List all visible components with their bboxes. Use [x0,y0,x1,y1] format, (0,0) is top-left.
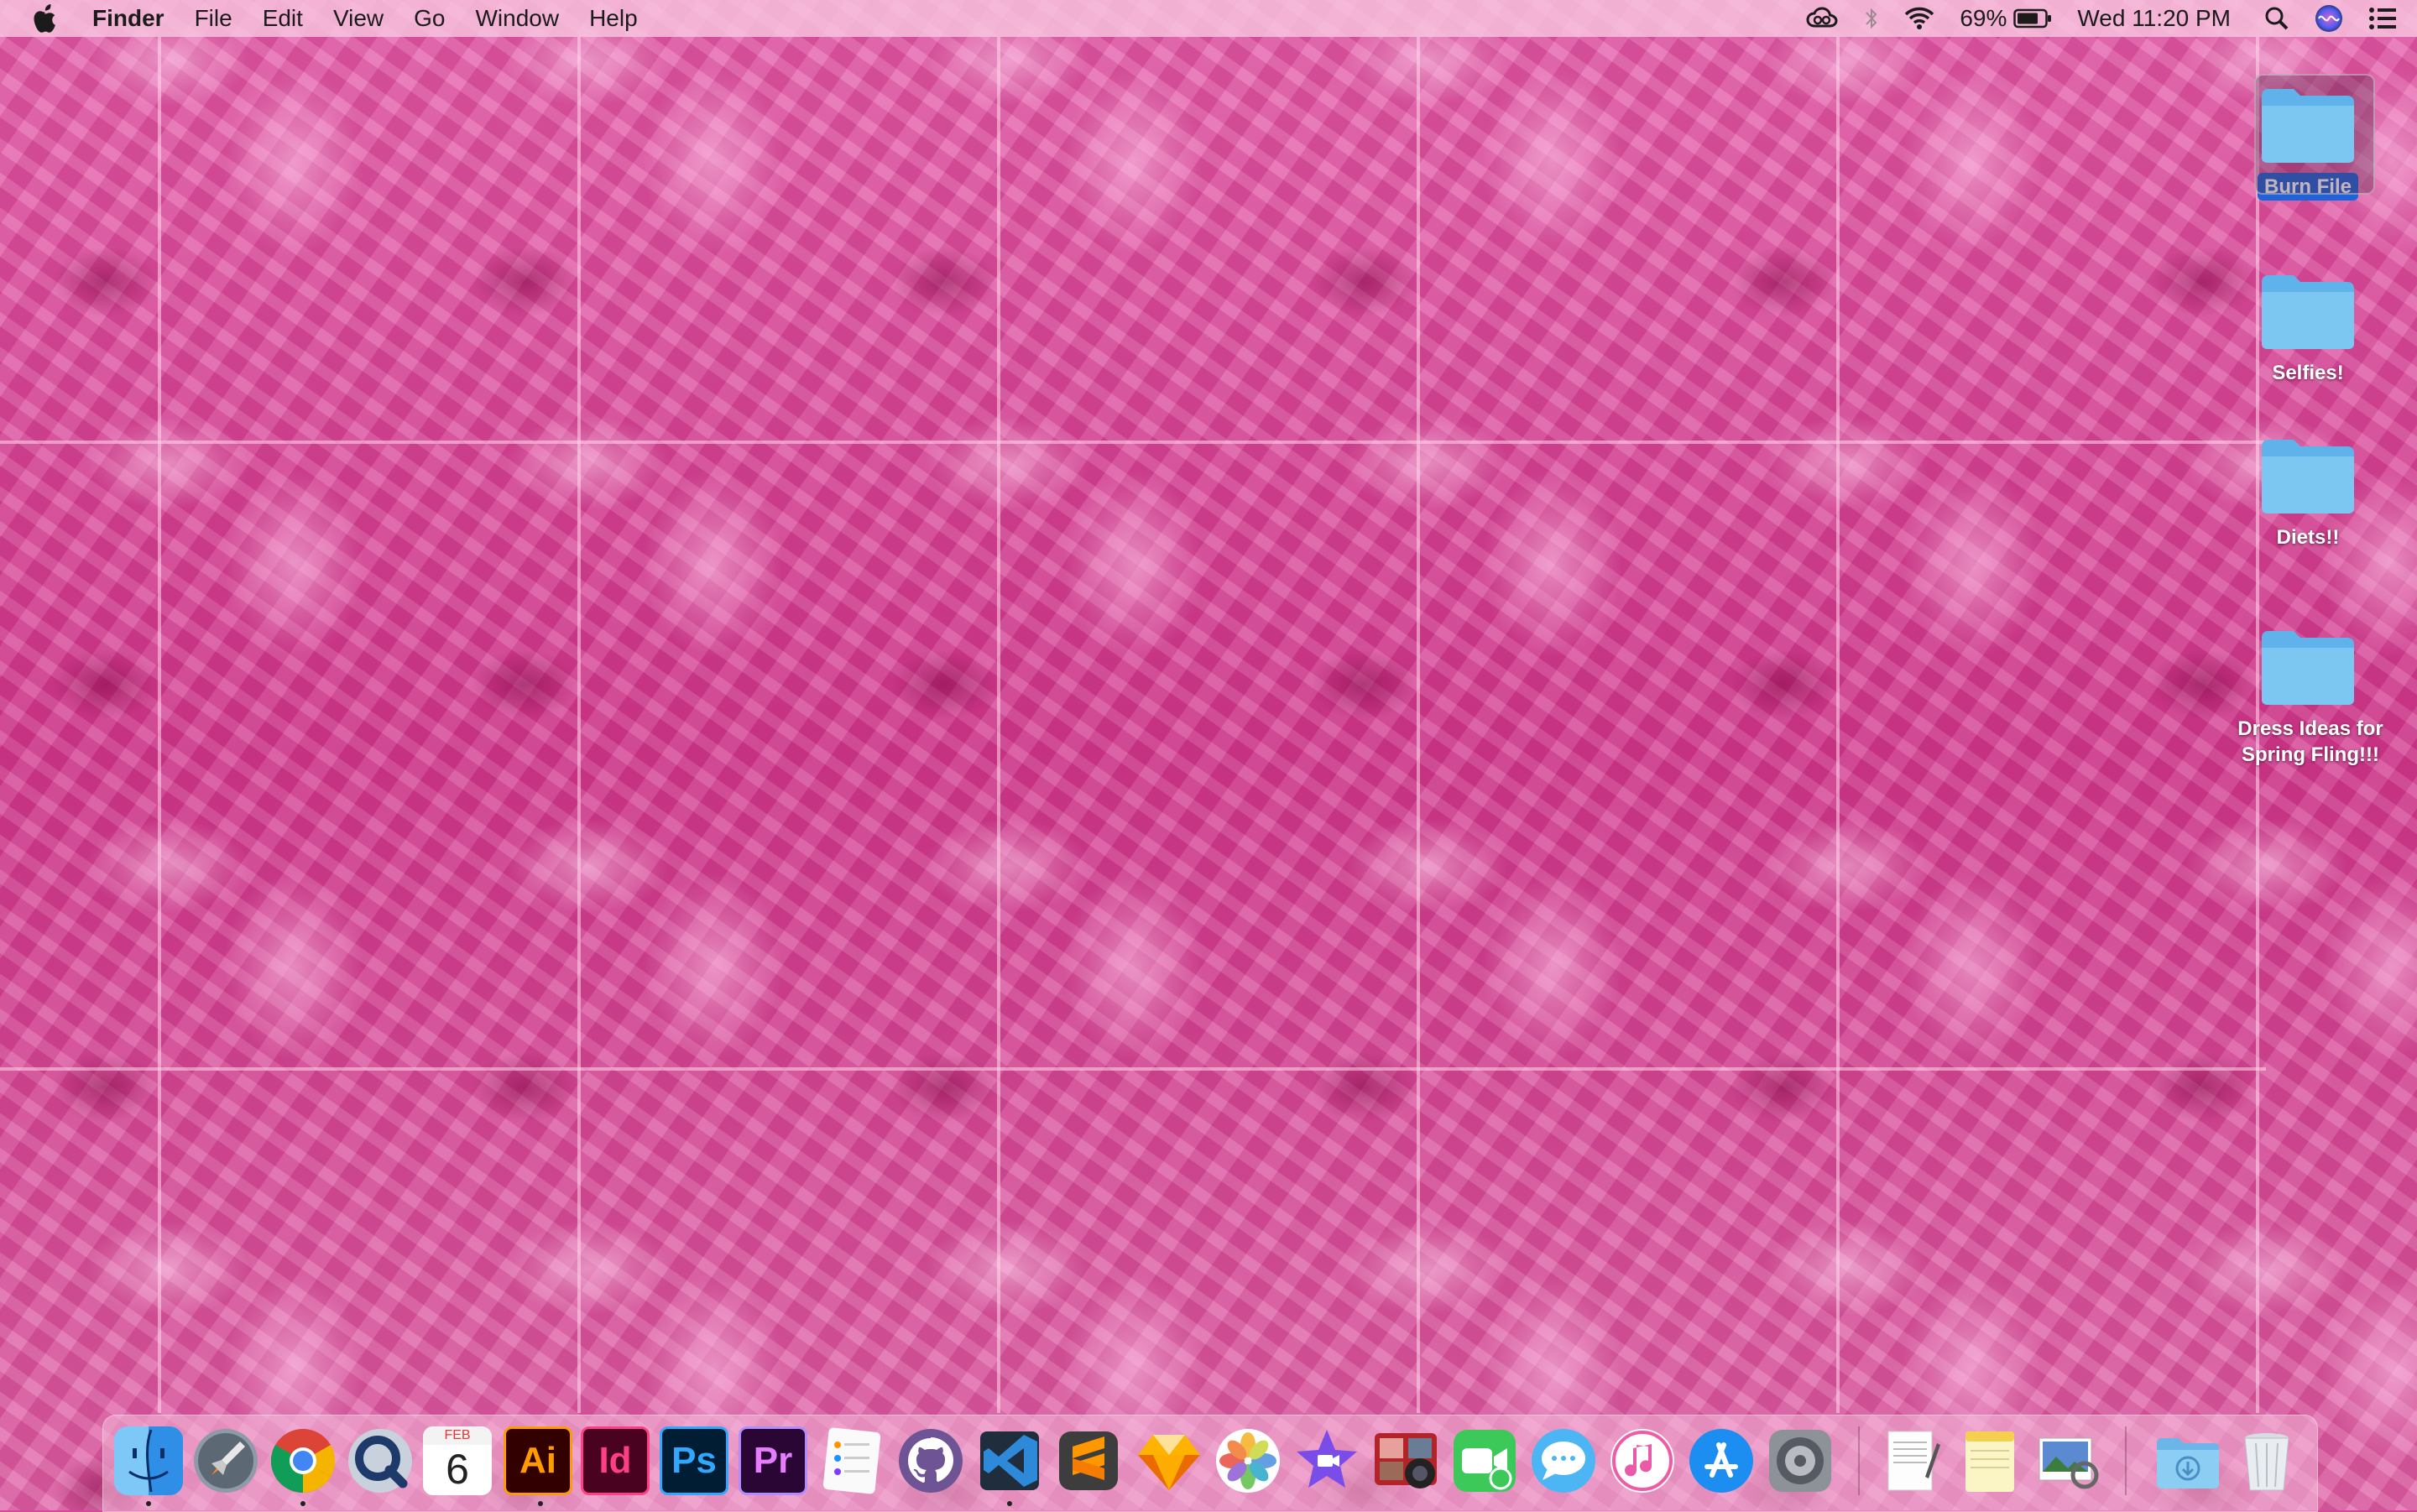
battery-icon[interactable] [2013,8,2052,29]
notes-icon[interactable] [1955,1426,2024,1495]
wallpaper-seam [577,37,581,1413]
downloads-folder-icon[interactable] [2153,1426,2222,1495]
folder-icon [2257,623,2359,710]
desktop-folder-burn-file[interactable]: Burn File [2224,74,2392,201]
calendar-month: FEB [423,1426,492,1445]
desktop-wallpaper [0,0,2417,1510]
wallpaper-seam [158,37,161,1413]
menu-help[interactable]: Help [589,5,638,32]
facetime-icon[interactable] [1450,1426,1519,1495]
finder-icon[interactable] [114,1426,183,1495]
wallpaper-seam [0,1067,2266,1071]
quicktime-icon[interactable] [346,1426,415,1495]
calendar-day: 6 [446,1446,469,1493]
wallpaper-seam [1417,37,1420,1413]
status-area: 69% Wed 11:20 PM [1805,0,2417,37]
reminders-icon[interactable] [817,1426,886,1495]
menu-go[interactable]: Go [414,5,445,32]
system-preferences-icon[interactable] [1766,1426,1835,1495]
running-indicator [1007,1501,1012,1506]
running-indicator [538,1501,543,1506]
indesign-label: Id [598,1440,632,1481]
illustrator-icon[interactable]: Ai [504,1426,572,1495]
desktop-folder-dress-ideas[interactable]: Dress Ideas for Spring Fling!!! [2224,623,2392,769]
apple-menu-icon[interactable] [32,0,65,37]
premiere-icon[interactable]: Pr [739,1426,807,1495]
menu-view[interactable]: View [333,5,384,32]
menu-bar: Finder File Edit View Go Window Help 69%… [0,0,2417,37]
photos-icon[interactable] [1214,1426,1282,1495]
photoshop-icon[interactable]: Ps [660,1426,728,1495]
imovie-icon[interactable] [1292,1426,1361,1495]
spotlight-search-icon[interactable] [2264,6,2289,31]
menu-file[interactable]: File [195,5,232,32]
folder-icon [2257,431,2359,519]
desktop-icon-label: Dress Ideas for Spring Fling!!! [2237,717,2383,766]
siri-icon[interactable] [2315,4,2343,33]
bluetooth-icon[interactable] [1864,6,1879,31]
dock-divider [1858,1426,1860,1495]
menubar-clock[interactable]: Wed 11:20 PM [2077,5,2231,32]
battery-percent[interactable]: 69% [1960,5,2007,32]
desktop-folder-selfies[interactable]: Selfies! [2224,267,2392,387]
folder-icon [2257,267,2359,354]
menu-finder[interactable]: Finder [92,5,164,32]
desktop-icon-label: Diets!! [2276,526,2340,549]
folder-icon [2257,81,2359,168]
illustrator-label: Ai [519,1440,556,1481]
desktop-icon-label: Selfies! [2272,362,2344,384]
photo-booth-icon[interactable] [1371,1426,1440,1495]
indesign-icon[interactable]: Id [581,1426,650,1495]
trash-icon[interactable] [2232,1426,2301,1495]
dock-divider [2125,1426,2127,1495]
menu-edit[interactable]: Edit [263,5,303,32]
running-indicator [146,1501,151,1506]
running-indicator [300,1501,305,1506]
creative-cloud-icon[interactable] [1805,6,1839,31]
notification-center-icon[interactable] [2368,7,2397,30]
sublime-text-icon[interactable] [1054,1426,1123,1495]
preview-icon[interactable] [2034,1426,2103,1495]
calendar-icon[interactable]: FEB 6 [423,1426,492,1495]
menu-window[interactable]: Window [475,5,559,32]
app-store-icon[interactable] [1687,1426,1756,1495]
launchpad-icon[interactable] [191,1426,260,1495]
textedit-icon[interactable] [1877,1426,1945,1495]
itunes-icon[interactable] [1608,1426,1677,1495]
github-desktop-icon[interactable] [896,1426,965,1495]
chrome-icon[interactable] [269,1426,337,1495]
messages-icon[interactable] [1529,1426,1598,1495]
premiere-label: Pr [753,1440,793,1481]
wallpaper-seam [0,441,2266,444]
vscode-icon[interactable] [975,1426,1044,1495]
wifi-icon[interactable] [1904,7,1934,30]
wallpaper-seam [1836,37,1840,1413]
sketch-icon[interactable] [1135,1426,1203,1495]
photoshop-label: Ps [671,1440,717,1481]
wallpaper-seam [997,37,1000,1413]
desktop-folder-diets[interactable]: Diets!! [2224,431,2392,551]
